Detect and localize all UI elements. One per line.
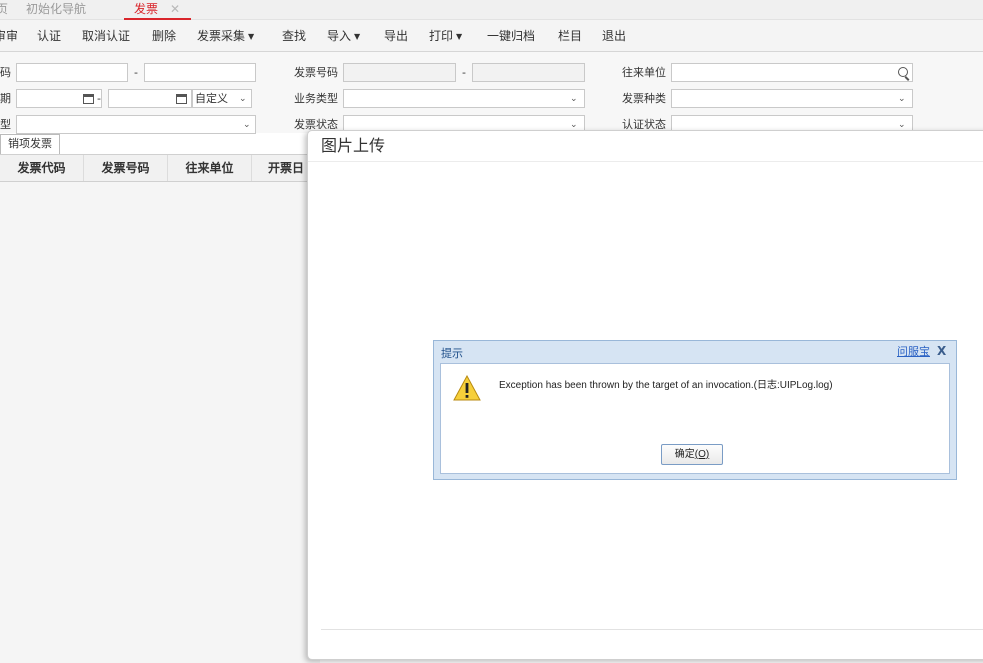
date-from-input[interactable]: [16, 89, 102, 108]
import-menu[interactable]: 导入 ▼: [327, 29, 360, 44]
toolbar: 审审 认证 取消认证 删除 发票采集 ▼ 查找 导入 ▼ 导出 打印 ▼ 一键归档 栏…: [0, 20, 983, 52]
divider: [321, 629, 983, 630]
chevron-down-icon: ▼: [354, 32, 361, 41]
ok-button-accelerator: (O): [694, 449, 710, 460]
business-type-select[interactable]: ⌄: [343, 89, 585, 108]
ok-button[interactable]: 确定(O): [661, 444, 723, 465]
cancel-certify-button[interactable]: 取消认证: [82, 29, 130, 43]
top-tab-bar: 页 初始化导航 发票 ✕: [0, 0, 983, 20]
chevron-down-icon: ⌄: [570, 120, 578, 130]
print-label: 打印: [429, 29, 454, 43]
column-header-invoice-code[interactable]: 发票代码: [0, 155, 84, 181]
range-dash: -: [97, 92, 101, 105]
invoice-code-from-input[interactable]: [16, 63, 128, 82]
message-box-body: Exception has been thrown by the target …: [440, 363, 950, 474]
partner-label: 往来单位: [622, 66, 666, 79]
import-label: 导入: [327, 29, 352, 43]
dialog-title: 图片上传: [321, 136, 386, 155]
invoice-number-label: 发票号码: [294, 66, 338, 79]
date-to-input[interactable]: [108, 89, 192, 108]
columns-button[interactable]: 栏目: [558, 29, 582, 43]
chevron-down-icon: ⌄: [243, 120, 251, 130]
search-icon[interactable]: [898, 67, 908, 77]
chevron-down-icon: ⌄: [898, 120, 906, 130]
find-button[interactable]: 查找: [282, 29, 306, 43]
review-button[interactable]: 审审: [0, 29, 18, 43]
certify-button[interactable]: 认证: [37, 29, 61, 43]
error-message-text: Exception has been thrown by the target …: [499, 380, 833, 391]
chevron-down-icon: ▼: [456, 32, 463, 41]
invoice-number-to-input[interactable]: [472, 63, 585, 82]
tab-sales-invoice[interactable]: 销项发票: [0, 134, 60, 154]
calendar-icon[interactable]: [176, 94, 187, 104]
range-dash: -: [462, 66, 466, 79]
column-header-invoice-number[interactable]: 发票号码: [84, 155, 168, 181]
print-menu[interactable]: 打印 ▼: [429, 29, 462, 44]
type-label: 型: [0, 118, 11, 131]
invoice-collect-menu[interactable]: 发票采集 ▼: [197, 29, 254, 44]
delete-button[interactable]: 删除: [152, 29, 176, 43]
help-link[interactable]: 问服宝: [897, 345, 930, 359]
one-click-archive-button[interactable]: 一键归档: [487, 29, 535, 43]
invoice-code-label: 码: [0, 66, 11, 79]
type-select[interactable]: ⌄: [16, 115, 256, 134]
exit-button[interactable]: 退出: [602, 29, 626, 43]
column-header-partner[interactable]: 往来单位: [168, 155, 252, 181]
export-button[interactable]: 导出: [384, 29, 408, 43]
range-dash: -: [134, 66, 138, 79]
table-header: 发票代码 发票号码 往来单位 开票日: [0, 154, 320, 182]
invoice-code-to-input[interactable]: [144, 63, 256, 82]
invoice-collect-label: 发票采集: [197, 29, 246, 43]
error-message-box: 提示 问服宝 X Exception has been thrown by th…: [433, 340, 957, 480]
tab-home[interactable]: 页: [0, 1, 8, 17]
filter-panel: 码 - 发票号码 - 往来单位 期 - 自定义 ⌄ 业务类型 ⌄ 发票种类 ⌄ …: [0, 52, 983, 134]
chevron-down-icon: ⌄: [239, 94, 247, 104]
business-type-label: 业务类型: [294, 92, 338, 105]
ok-button-label: 确定: [674, 449, 695, 460]
calendar-icon[interactable]: [83, 94, 94, 104]
date-range-select[interactable]: 自定义 ⌄: [192, 89, 252, 108]
warning-icon: [453, 375, 481, 401]
tab-invoice[interactable]: 发票: [134, 1, 158, 17]
invoice-date-label: 期: [0, 92, 11, 105]
chevron-down-icon: ⌄: [570, 94, 578, 104]
invoice-kind-select[interactable]: ⌄: [671, 89, 913, 108]
tab-init-navigation[interactable]: 初始化导航: [26, 1, 86, 17]
invoice-number-from-input[interactable]: [343, 63, 456, 82]
table-body: [0, 182, 320, 663]
close-icon[interactable]: X: [937, 344, 946, 358]
divider: [308, 161, 983, 162]
chevron-down-icon: ⌄: [898, 94, 906, 104]
date-range-value: 自定义: [195, 92, 228, 105]
invoice-kind-label: 发票种类: [622, 92, 666, 105]
message-box-title: 提示: [441, 347, 463, 360]
chevron-down-icon: ▼: [248, 32, 255, 41]
close-icon[interactable]: ✕: [170, 1, 180, 17]
partner-input[interactable]: [671, 63, 913, 82]
